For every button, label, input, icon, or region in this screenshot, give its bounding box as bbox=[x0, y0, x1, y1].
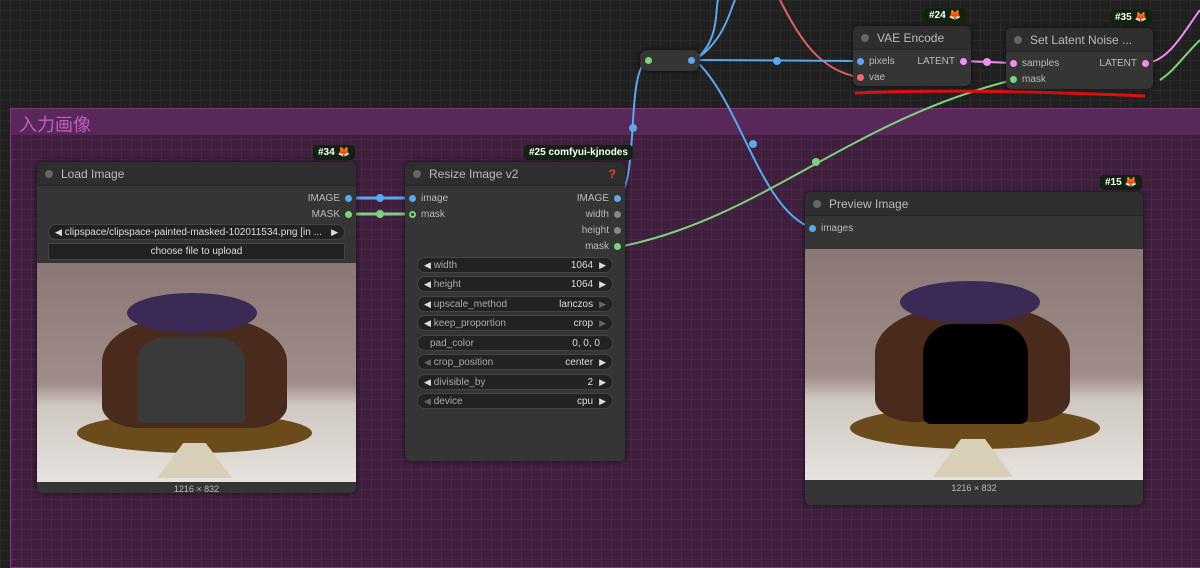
input-images[interactable]: images bbox=[809, 223, 853, 234]
load-image-node[interactable]: Load Image IMAGE MASK ◀ clipspace/clipsp… bbox=[37, 162, 356, 494]
vae-encode-node[interactable]: VAE Encode pixels vae LATENT bbox=[853, 26, 971, 86]
widget-divisible-by[interactable]: ◀ divisible_by 2 ▶ bbox=[417, 374, 613, 390]
node-badge: #24 🦊 bbox=[924, 8, 966, 23]
wire-latent-out bbox=[1146, 9, 1200, 64]
wire-top2 bbox=[694, 0, 736, 61]
input-mask[interactable]: mask bbox=[409, 209, 445, 220]
fox-icon: 🦊 bbox=[1134, 12, 1147, 23]
preview-image-node[interactable]: Preview Image images 1216 × 832 bbox=[805, 192, 1143, 505]
widget-upscale-method[interactable]: ◀ upscale_method lanczos ▶ bbox=[417, 296, 613, 312]
node-title: Load Image bbox=[61, 167, 125, 181]
red-annotation-underline bbox=[854, 89, 1146, 98]
output-mask[interactable]: MASK bbox=[312, 209, 352, 220]
set-latent-noise-mask-node[interactable]: Set Latent Noise ... samples mask LATENT bbox=[1006, 28, 1153, 89]
fox-icon: 🦊 bbox=[948, 10, 961, 21]
node-title: Set Latent Noise ... bbox=[1030, 33, 1133, 47]
upload-button[interactable]: choose file to upload bbox=[48, 243, 345, 260]
node-badge: #15 🦊 bbox=[1100, 175, 1142, 190]
output-width[interactable]: width bbox=[586, 209, 621, 220]
input-samples[interactable]: samples bbox=[1010, 58, 1059, 69]
output-image[interactable]: IMAGE bbox=[577, 193, 621, 204]
input-pixels[interactable]: pixels bbox=[857, 56, 895, 67]
collapse-dot-icon bbox=[1014, 36, 1022, 44]
node-title: Preview Image bbox=[829, 197, 909, 211]
input-image[interactable]: image bbox=[409, 193, 448, 204]
output-image[interactable]: IMAGE bbox=[308, 193, 352, 204]
output-latent[interactable]: LATENT bbox=[917, 56, 967, 67]
fox-icon: 🦊 bbox=[1124, 177, 1137, 188]
help-icon[interactable]: ? bbox=[609, 167, 616, 181]
image-file-combo[interactable]: ◀ clipspace/clipspace-painted-masked-102… bbox=[48, 224, 345, 240]
mask-region bbox=[137, 338, 245, 423]
output-mask[interactable]: mask bbox=[585, 241, 621, 252]
widget-height[interactable]: ◀ height 1064 ▶ bbox=[417, 276, 613, 292]
resize-image-node[interactable]: Resize Image v2? image mask IMAGE width … bbox=[405, 162, 625, 461]
wire-vae bbox=[779, 0, 859, 78]
node-title: VAE Encode bbox=[877, 31, 945, 45]
image-preview bbox=[805, 249, 1143, 480]
wire-top1 bbox=[694, 0, 719, 61]
widget-device[interactable]: ◀ device cpu ▶ bbox=[417, 393, 613, 409]
group-title[interactable]: 入力画像 bbox=[11, 109, 1200, 136]
node-badge: #34 🦊 bbox=[313, 145, 355, 160]
widget-keep-proportion[interactable]: ◀ keep_proportion crop ▶ bbox=[417, 315, 613, 331]
output-height[interactable]: height bbox=[582, 225, 621, 236]
widget-pad-color[interactable]: pad_color 0, 0, 0 bbox=[417, 335, 613, 351]
image-preview bbox=[37, 263, 356, 482]
output-latent[interactable]: LATENT bbox=[1099, 58, 1149, 69]
widget-width[interactable]: ◀ width 1064 ▶ bbox=[417, 257, 613, 273]
input-vae[interactable]: vae bbox=[857, 72, 885, 83]
node-badge: #35 🦊 bbox=[1110, 10, 1152, 25]
fox-icon: 🦊 bbox=[337, 147, 350, 158]
reroute-node[interactable] bbox=[640, 50, 700, 71]
collapse-dot-icon bbox=[813, 200, 821, 208]
node-badge: #25 comfyui-kjnodes bbox=[524, 145, 633, 160]
input-mask[interactable]: mask bbox=[1010, 74, 1046, 85]
wire-right bbox=[1159, 39, 1200, 81]
collapse-dot-icon bbox=[45, 170, 53, 178]
node-title: Resize Image v2 bbox=[429, 167, 519, 181]
image-dimensions: 1216 × 832 bbox=[173, 484, 220, 494]
mask-region bbox=[923, 324, 1028, 424]
collapse-dot-icon bbox=[413, 170, 421, 178]
collapse-dot-icon bbox=[861, 34, 869, 42]
wire-pixels bbox=[694, 59, 859, 62]
image-dimensions: 1216 × 832 bbox=[951, 483, 997, 493]
widget-crop-position[interactable]: ◀ crop_position center ▶ bbox=[417, 354, 613, 370]
